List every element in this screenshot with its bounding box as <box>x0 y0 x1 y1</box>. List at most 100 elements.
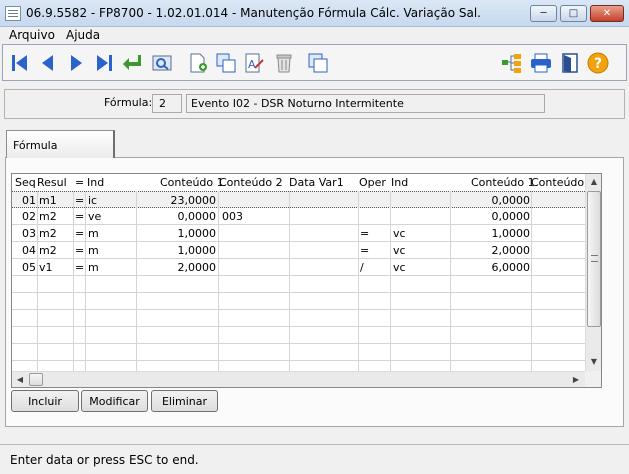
horizontal-scroll-thumb[interactable] <box>29 373 43 386</box>
menu-ajuda[interactable]: Ajuda <box>66 28 100 42</box>
column-divider <box>85 191 86 371</box>
toolbar: A ? <box>2 44 627 81</box>
table-row[interactable] <box>12 327 585 344</box>
column-divider <box>37 191 38 371</box>
table-row[interactable] <box>12 293 585 310</box>
col-conteudo2[interactable]: Conteúdo 2 <box>219 176 283 189</box>
formula-grid[interactable]: Seq Resul = Ind Conteúdo 1 Conteúdo 2 Da… <box>11 173 602 388</box>
col-conteudo1b[interactable]: Conteúdo 1 <box>471 176 535 189</box>
cell-c1b: 0,0000 <box>491 194 531 207</box>
formula-code-field[interactable]: 2 <box>152 94 182 113</box>
col-conteudo1[interactable]: Conteúdo 1 <box>160 176 224 189</box>
last-record-icon[interactable] <box>93 52 115 74</box>
svg-text:A: A <box>248 58 256 71</box>
scroll-right-icon[interactable]: ▶ <box>568 372 584 387</box>
new-icon[interactable] <box>187 52 209 74</box>
table-row[interactable]: 01 m1 = ic 23,0000 0,0000 <box>12 191 585 208</box>
column-divider <box>450 191 451 371</box>
grid-header: Seq Resul = Ind Conteúdo 1 Conteúdo 2 Da… <box>12 174 595 191</box>
col-data-var1[interactable]: Data Var1 <box>289 176 344 189</box>
cell-resul: v1 <box>39 261 53 274</box>
copy-icon[interactable] <box>215 52 237 74</box>
cell-ind: m <box>88 261 99 274</box>
cell-ind: m <box>88 227 99 240</box>
cell-c1: 1,0000 <box>177 227 217 240</box>
tree-icon[interactable] <box>501 52 523 74</box>
column-divider <box>390 191 391 371</box>
column-divider <box>358 191 359 371</box>
vertical-scroll-thumb[interactable] <box>587 191 601 327</box>
maximize-button[interactable]: □ <box>560 5 587 22</box>
duplicate-icon[interactable] <box>307 52 329 74</box>
table-row[interactable]: 03 m2 = m 1,0000 = vc 1,0000 <box>12 225 585 242</box>
cell-c1b: 1,0000 <box>491 227 531 240</box>
scroll-down-icon[interactable]: ▼ <box>586 354 601 370</box>
table-row[interactable]: 02 m2 = ve 0,0000 003 0,0000 <box>12 208 585 225</box>
tab-formula[interactable]: Fórmula <box>6 130 115 158</box>
col-resul[interactable]: Resul <box>37 176 67 189</box>
app-icon <box>5 6 21 21</box>
table-row[interactable] <box>12 276 585 293</box>
cell-ind2: vc <box>393 227 406 240</box>
cell-ind: m <box>88 244 99 257</box>
cell-eq: = <box>75 227 85 240</box>
return-icon[interactable] <box>121 52 143 74</box>
table-row[interactable] <box>12 344 585 361</box>
previous-record-icon[interactable] <box>37 52 59 74</box>
minimize-button[interactable]: ─ <box>530 5 557 22</box>
table-row[interactable]: 04 m2 = m 1,0000 = vc 2,0000 <box>12 242 585 259</box>
cell-ind2: vc <box>393 244 406 257</box>
cell-c1: 23,0000 <box>170 194 217 207</box>
cell-oper: = <box>360 227 370 240</box>
formula-label: Fórmula: <box>104 96 153 109</box>
next-record-icon[interactable] <box>65 52 87 74</box>
menu-bar: Arquivo Ajuda <box>0 27 629 44</box>
delete-icon[interactable] <box>273 52 295 74</box>
exit-door-icon[interactable] <box>559 52 581 74</box>
col-equals[interactable]: = <box>75 176 84 189</box>
formula-description-field[interactable]: Evento I02 - DSR Noturno Intermitente <box>186 94 545 113</box>
cell-resul: m1 <box>39 194 57 207</box>
eliminar-button[interactable]: Eliminar <box>151 390 218 412</box>
cell-ind: ic <box>88 194 98 207</box>
cell-oper: = <box>360 244 370 257</box>
scroll-up-icon[interactable]: ▲ <box>586 174 601 190</box>
close-icon: ✕ <box>602 7 612 19</box>
edit-text-icon[interactable]: A <box>243 52 265 74</box>
title-bar: 06.9.5582 - FP8700 - 1.02.01.014 - Manut… <box>0 0 629 27</box>
horizontal-scrollbar[interactable]: ◀ ▶ <box>12 371 585 387</box>
column-divider <box>73 191 74 371</box>
col-ind2[interactable]: Ind <box>391 176 408 189</box>
column-divider <box>218 191 219 371</box>
table-row[interactable]: 05 v1 = m 2,0000/vc 6,0000 <box>12 259 585 276</box>
cell-eq: = <box>75 194 85 207</box>
cell-eq: = <box>75 261 85 274</box>
help-icon[interactable]: ? <box>587 52 609 74</box>
close-button[interactable]: ✕ <box>590 5 624 22</box>
col-ind[interactable]: Ind <box>87 176 104 189</box>
cell-c1: 1,0000 <box>177 244 217 257</box>
status-text: Enter data or press ESC to end. <box>10 453 199 467</box>
table-row[interactable] <box>12 310 585 327</box>
modificar-button[interactable]: Modificar <box>81 390 148 412</box>
incluir-button[interactable]: Incluir <box>11 390 79 412</box>
svg-text:?: ? <box>594 56 602 72</box>
column-divider <box>531 191 532 371</box>
scroll-left-icon[interactable]: ◀ <box>12 372 28 387</box>
cell-c1: 0,0000 <box>177 210 217 223</box>
cell-c1b: 2,0000 <box>491 244 531 257</box>
window-title: 06.9.5582 - FP8700 - 1.02.01.014 - Manut… <box>26 6 481 20</box>
first-record-icon[interactable] <box>9 52 31 74</box>
scroll-corner <box>585 371 601 387</box>
cell-resul: m2 <box>39 244 57 257</box>
minimize-icon: ─ <box>540 7 547 19</box>
col-oper[interactable]: Oper <box>359 176 386 189</box>
column-divider <box>136 191 137 371</box>
search-icon[interactable] <box>151 52 173 74</box>
col-seq[interactable]: Seq <box>15 176 36 189</box>
print-icon[interactable] <box>530 52 552 74</box>
cell-oper: / <box>360 261 364 274</box>
vertical-scrollbar[interactable]: ▲ ▼ <box>585 174 601 371</box>
cell-resul: m2 <box>39 210 57 223</box>
menu-arquivo[interactable]: Arquivo <box>9 28 55 42</box>
